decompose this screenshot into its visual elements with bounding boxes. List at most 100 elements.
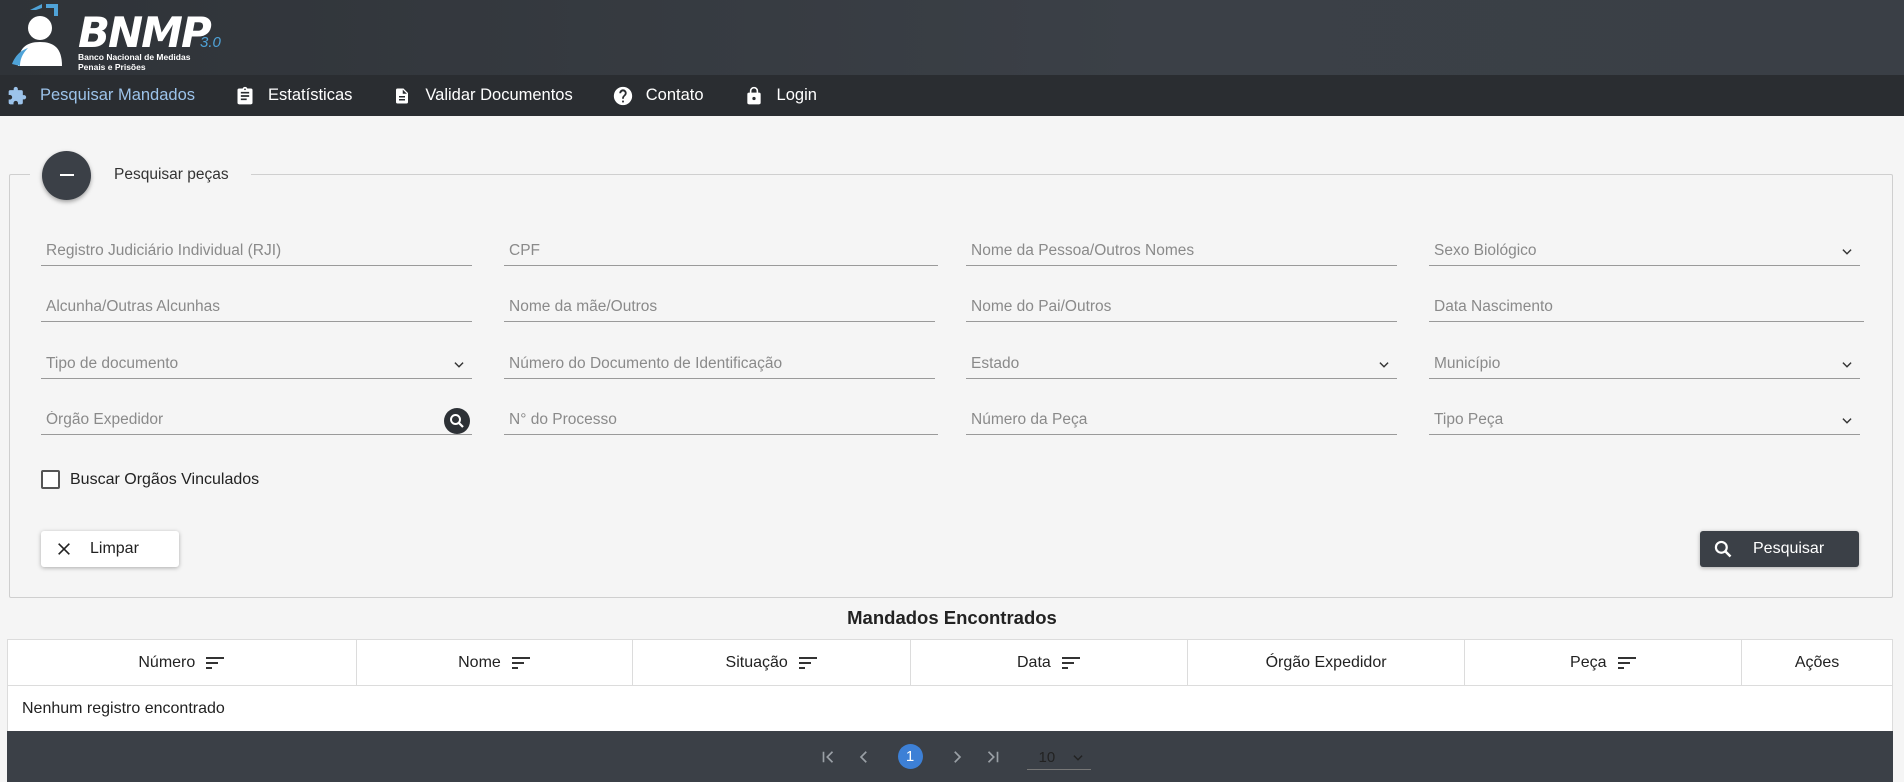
main-nav: Pesquisar Mandados Estatísticas Validar … — [0, 75, 1904, 116]
table-header: Número Nome Situação Data Órgão Expedido… — [8, 640, 1892, 686]
search-icon — [1714, 540, 1732, 558]
pai-input[interactable] — [971, 293, 1392, 321]
nav-contato[interactable]: Contato — [606, 75, 704, 116]
column-orgao-expedidor: Órgão Expedidor — [1188, 640, 1466, 685]
search-button-label: Pesquisar — [1753, 540, 1825, 557]
column-peca[interactable]: Peça — [1465, 640, 1743, 685]
bnmp-logo[interactable]: BNMP 3.0 Banco Nacional de Medidas Penai… — [8, 4, 228, 72]
tipo-peca-select[interactable] — [1429, 405, 1860, 435]
numero-peca-field — [966, 405, 1397, 435]
processo-input[interactable] — [509, 406, 933, 434]
sort-icon — [1061, 656, 1080, 669]
numero-documento-field — [504, 349, 935, 379]
nome-input[interactable] — [971, 237, 1392, 265]
nascimento-field — [1429, 292, 1864, 322]
clear-button[interactable]: Limpar — [41, 531, 179, 567]
first-page-icon — [822, 750, 833, 763]
alcunha-input[interactable] — [46, 293, 467, 321]
sexo-input[interactable] — [1434, 237, 1855, 265]
column-label: Nome — [458, 653, 501, 671]
help-circle-icon — [612, 85, 634, 107]
nav-label: Pesquisar Mandados — [40, 86, 196, 104]
checkbox-label: Buscar Orgãos Vinculados — [70, 470, 260, 488]
alcunha-field — [41, 292, 472, 322]
chevron-down-icon — [1842, 249, 1852, 255]
estado-select[interactable] — [966, 349, 1397, 379]
logo-subtitle: Banco Nacional de Medidas Penais e Prisõ… — [78, 52, 191, 72]
sort-icon — [206, 656, 225, 669]
buscar-orgaos-vinculados-checkbox[interactable]: Buscar Orgãos Vinculados — [41, 470, 259, 489]
chevron-down-icon — [1842, 418, 1852, 424]
chevron-down-icon — [1379, 362, 1389, 368]
nascimento-input[interactable] — [1434, 293, 1859, 321]
column-label: Peça — [1570, 653, 1607, 671]
nav-label: Login — [776, 86, 817, 104]
municipio-input[interactable] — [1434, 350, 1855, 378]
page-size-value: 10 — [1038, 748, 1056, 766]
tipo-documento-input[interactable] — [46, 350, 467, 378]
nav-estatisticas[interactable]: Estatísticas — [228, 75, 352, 116]
minus-icon — [59, 174, 74, 176]
prev-page-button[interactable] — [852, 745, 876, 769]
chevron-left-icon — [859, 750, 867, 763]
empty-message: Nenhum registro encontrado — [22, 699, 225, 717]
column-nome[interactable]: Nome — [357, 640, 634, 685]
results-title: Mandados Encontrados — [847, 607, 1057, 628]
orgao-field — [41, 405, 472, 435]
clipboard-icon — [234, 85, 256, 107]
sort-icon — [1617, 656, 1636, 669]
nome-field — [966, 236, 1397, 266]
last-page-button[interactable] — [981, 745, 1005, 769]
pai-field — [966, 292, 1397, 322]
nav-label: Estatísticas — [268, 86, 353, 104]
column-numero[interactable]: Número — [8, 640, 357, 685]
tipo-documento-select[interactable] — [41, 349, 472, 379]
nav-pesquisar-mandados[interactable]: Pesquisar Mandados — [0, 75, 195, 116]
close-icon — [58, 543, 70, 555]
municipio-select[interactable] — [1429, 349, 1860, 379]
first-page-button[interactable] — [816, 745, 840, 769]
pagination: 1 10 — [7, 731, 1893, 782]
sort-icon — [798, 656, 817, 669]
cpf-input[interactable] — [509, 237, 933, 265]
column-label: Ações — [1794, 653, 1840, 671]
chevron-down-icon — [1072, 754, 1083, 761]
estado-input[interactable] — [971, 350, 1392, 378]
logo-version: 3.0 — [200, 34, 221, 51]
column-situacao[interactable]: Situação — [633, 640, 912, 685]
tipo-peca-input[interactable] — [1434, 406, 1855, 434]
puzzle-icon — [6, 85, 28, 107]
nav-login[interactable]: Login — [737, 75, 817, 116]
column-label: Situação — [725, 653, 788, 671]
rji-input[interactable] — [46, 237, 467, 265]
nav-label: Contato — [645, 86, 704, 104]
checkbox-box[interactable] — [41, 470, 60, 489]
app-header: BNMP 3.0 Banco Nacional de Medidas Penai… — [0, 0, 1904, 75]
document-icon — [391, 85, 413, 107]
mae-input[interactable] — [509, 293, 930, 321]
panel-legend: Pesquisar peças — [30, 150, 251, 200]
numero-peca-input[interactable] — [971, 406, 1392, 434]
clear-button-label: Limpar — [90, 540, 139, 557]
page-size-select[interactable]: 10 — [1026, 744, 1091, 770]
search-orgao-button[interactable] — [444, 408, 470, 434]
processo-field — [504, 405, 938, 435]
sort-icon — [511, 656, 530, 669]
search-icon — [450, 414, 464, 428]
person-logo-icon — [12, 4, 62, 66]
search-button[interactable]: Pesquisar — [1700, 531, 1859, 567]
collapse-button[interactable] — [42, 150, 91, 200]
numero-documento-input[interactable] — [509, 350, 930, 378]
orgao-input[interactable] — [46, 406, 467, 434]
results-table: Número Nome Situação Data Órgão Expedido… — [7, 639, 1893, 732]
logo-text: BNMP — [78, 8, 212, 57]
chevron-down-icon — [1842, 362, 1852, 368]
column-label: Órgão Expedidor — [1265, 653, 1387, 671]
lock-icon — [743, 85, 765, 107]
column-data[interactable]: Data — [911, 640, 1188, 685]
next-page-button[interactable] — [945, 745, 969, 769]
nav-label: Validar Documentos — [425, 86, 573, 104]
page-number-button[interactable]: 1 — [897, 744, 923, 769]
nav-validar-documentos[interactable]: Validar Documentos — [385, 75, 573, 116]
sexo-select[interactable] — [1429, 236, 1860, 266]
